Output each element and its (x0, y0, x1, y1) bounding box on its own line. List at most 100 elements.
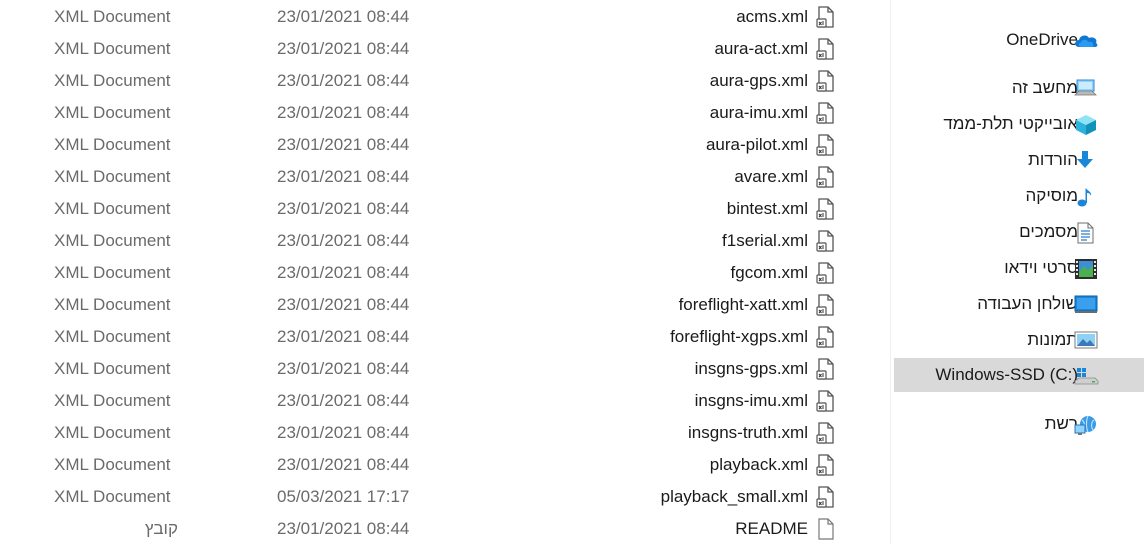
nav-item-label: מוסיקה (1025, 186, 1078, 205)
file-type: XML Document (54, 39, 171, 58)
nav-item-label: הורדות (1028, 150, 1078, 169)
xml-file-icon (816, 38, 836, 60)
3d-objects-icon (1073, 113, 1097, 135)
file-name: bintest.xml (726, 199, 808, 218)
file-type: XML Document (54, 71, 171, 90)
file-row[interactable]: XML Document 23/01/2021 08:44 insgns-truth… (0, 417, 890, 449)
nav-item-onedrive-cloud[interactable]: OneDrive (894, 23, 1144, 57)
file-row[interactable]: XML Document 23/01/2021 08:44 aura-gps.xml (0, 65, 890, 97)
file-row[interactable]: XML Document 23/01/2021 08:44 foreflight-x… (0, 321, 890, 353)
file-date-modified: 23/01/2021 08:44 (277, 135, 410, 154)
file-date-modified: 23/01/2021 08:44 (277, 199, 410, 218)
file-row[interactable]: XML Document 23/01/2021 08:44 aura-act.xml (0, 33, 890, 65)
file-name: playback_small.xml (660, 487, 808, 506)
file-type: XML Document (54, 391, 171, 410)
blank-file-icon (816, 518, 836, 540)
nav-item-documents[interactable]: מסמכים (894, 215, 1144, 249)
file-type: XML Document (54, 327, 171, 346)
file-date-modified: 23/01/2021 08:44 (277, 231, 410, 250)
file-type: XML Document (54, 295, 171, 314)
file-date-modified: 23/01/2021 08:44 (277, 39, 410, 58)
pictures-icon (1073, 329, 1098, 351)
xml-file-icon (816, 422, 836, 444)
nav-item-label: מחשב זה (1011, 78, 1078, 97)
file-row[interactable]: XML Document 23/01/2021 08:44 bintest.xml (0, 193, 890, 225)
file-type: XML Document (54, 423, 171, 442)
file-date-modified: 23/01/2021 08:44 (277, 71, 410, 90)
file-row[interactable]: XML Document 23/01/2021 08:44 fgcom.xml (0, 257, 890, 289)
nav-item-desktop[interactable]: שולחן העבודה (894, 287, 1144, 321)
file-name: acms.xml (736, 7, 808, 26)
nav-item-music-note[interactable]: מוסיקה (894, 179, 1144, 213)
file-name: insgns-gps.xml (694, 359, 808, 378)
nav-item-label: תמונות (1027, 330, 1078, 349)
file-name: aura-gps.xml (709, 71, 808, 90)
nav-item-label: שולחן העבודה (977, 294, 1078, 313)
file-date-modified: 23/01/2021 08:44 (277, 167, 410, 186)
xml-file-icon (816, 102, 836, 124)
file-type: XML Document (54, 167, 171, 186)
nav-item-label: מסמכים (1019, 222, 1078, 241)
file-name: README (735, 519, 808, 538)
xml-file-icon (816, 166, 836, 188)
onedrive-cloud-icon (1073, 29, 1098, 51)
file-type: XML Document (54, 455, 171, 474)
file-date-modified: 23/01/2021 08:44 (277, 359, 410, 378)
file-type: XML Document (54, 231, 171, 250)
nav-item-label: OneDrive (1006, 30, 1078, 49)
file-date-modified: 05/03/2021 17:17 (277, 487, 410, 506)
file-name: avare.xml (734, 167, 808, 186)
xml-file-icon (816, 358, 836, 380)
file-row[interactable]: XML Document 05/03/2021 17:17 playback_sma… (0, 481, 890, 513)
file-row[interactable]: XML Document 23/01/2021 08:44 avare.xml (0, 161, 890, 193)
this-pc-icon (1073, 77, 1097, 99)
navigation-pane: OneDrive מחשב זה אובייקטי תלת-ממד הורדות מוס… (891, 0, 1144, 544)
file-name: foreflight-xgps.xml (670, 327, 808, 346)
nav-item-network[interactable]: רשת (894, 407, 1144, 441)
nav-item-downloads-arrow[interactable]: הורדות (894, 143, 1144, 177)
nav-item-3d-objects[interactable]: אובייקטי תלת-ממד (894, 107, 1144, 141)
nav-item-pictures[interactable]: תמונות (894, 323, 1144, 357)
file-type: XML Document (54, 135, 171, 154)
file-name: fgcom.xml (730, 263, 808, 282)
file-date-modified: 23/01/2021 08:44 (277, 103, 410, 122)
file-row[interactable]: XML Document 23/01/2021 08:44 playback.xml (0, 449, 890, 481)
file-row[interactable]: XML Document 23/01/2021 08:44 f1serial.xml (0, 225, 890, 257)
nav-item-label: אובייקטי תלת-ממד (943, 114, 1078, 133)
xml-file-icon (816, 326, 836, 348)
xml-file-icon (816, 198, 836, 220)
file-name: foreflight-xatt.xml (678, 295, 808, 314)
file-row[interactable]: קובץ 23/01/2021 08:44 README (0, 513, 890, 545)
file-name: insgns-truth.xml (688, 423, 808, 442)
file-date-modified: 23/01/2021 08:44 (277, 295, 410, 314)
videos-film-icon (1073, 257, 1097, 279)
file-type: XML Document (54, 487, 171, 506)
nav-item-label: Windows-SSD (C:) (935, 365, 1078, 384)
nav-item-label: סרטי וידאו (1004, 258, 1078, 277)
file-date-modified: 23/01/2021 08:44 (277, 263, 410, 282)
file-row[interactable]: XML Document 23/01/2021 08:44 insgns-gps.x… (0, 353, 890, 385)
file-row[interactable]: XML Document 23/01/2021 08:44 aura-pilot.x… (0, 129, 890, 161)
file-name: aura-act.xml (714, 39, 808, 58)
file-type: XML Document (54, 103, 171, 122)
file-type: XML Document (54, 199, 171, 218)
xml-file-icon (816, 486, 836, 508)
xml-file-icon (816, 390, 836, 412)
nav-item-this-pc[interactable]: מחשב זה (894, 71, 1144, 105)
file-type: XML Document (54, 359, 171, 378)
nav-item-windows-drive[interactable]: Windows-SSD (C:) (894, 358, 1144, 392)
file-date-modified: 23/01/2021 08:44 (277, 455, 410, 474)
file-row[interactable]: XML Document 23/01/2021 08:44 insgns-imu.x… (0, 385, 890, 417)
nav-item-videos-film[interactable]: סרטי וידאו (894, 251, 1144, 285)
xml-file-icon (816, 134, 836, 156)
downloads-arrow-icon (1073, 149, 1097, 171)
xml-file-icon (816, 70, 836, 92)
windows-drive-icon (1073, 364, 1099, 386)
file-name: aura-imu.xml (709, 103, 808, 122)
file-row[interactable]: XML Document 23/01/2021 08:44 foreflight-x… (0, 289, 890, 321)
network-icon (1073, 413, 1097, 435)
file-type: XML Document (54, 7, 171, 26)
file-row[interactable]: XML Document 23/01/2021 08:44 aura-imu.xml (0, 97, 890, 129)
file-row[interactable]: XML Document 23/01/2021 08:44 acms.xml (0, 1, 890, 33)
file-date-modified: 23/01/2021 08:44 (277, 423, 410, 442)
